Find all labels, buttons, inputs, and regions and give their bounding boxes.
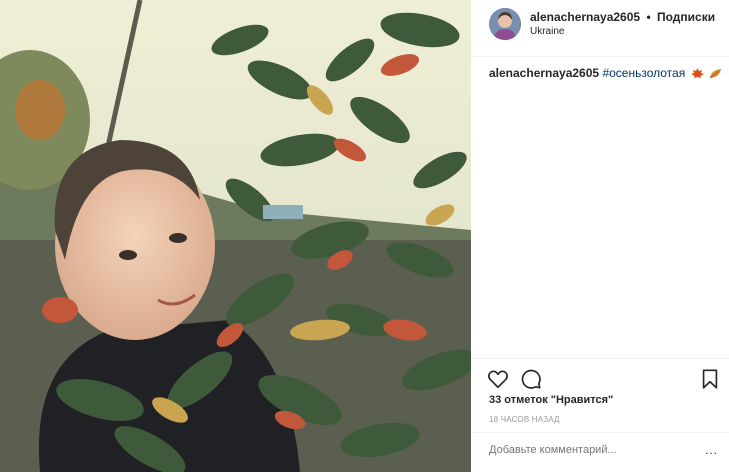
likes-count[interactable]: 33 отметок "Нравится" (489, 394, 613, 406)
divider (471, 358, 729, 359)
post-image (0, 0, 471, 472)
heart-icon[interactable] (487, 368, 509, 390)
avatar-image (489, 8, 521, 40)
maple-leaf-icon (690, 68, 704, 79)
post-photo[interactable] (0, 0, 471, 472)
follow-button[interactable]: Подписки (657, 10, 715, 24)
location-link[interactable]: Ukraine (530, 26, 564, 37)
caption: alenachernaya2605 #осеньзолотая (489, 66, 722, 80)
caption-username[interactable]: alenachernaya2605 (489, 66, 599, 80)
timestamp[interactable]: 18 ЧАСОВ НАЗАД (489, 415, 560, 424)
post-header: alenachernaya2605 • Подписки Ukraine (471, 0, 729, 57)
post-sidebar: alenachernaya2605 • Подписки Ukraine ale… (471, 0, 729, 472)
separator-dot: • (646, 10, 651, 24)
bookmark-icon[interactable] (699, 368, 721, 390)
fallen-leaf-icon (709, 69, 721, 79)
header-username[interactable]: alenachernaya2605 (530, 10, 640, 24)
divider (471, 432, 729, 433)
avatar[interactable] (489, 8, 521, 40)
comment-input[interactable] (489, 444, 689, 456)
comment-icon[interactable] (520, 368, 542, 390)
username-row: alenachernaya2605 • Подписки (530, 10, 715, 24)
more-options-button[interactable]: ... (705, 443, 718, 457)
caption-hashtag[interactable]: #осеньзолотая (602, 66, 685, 80)
